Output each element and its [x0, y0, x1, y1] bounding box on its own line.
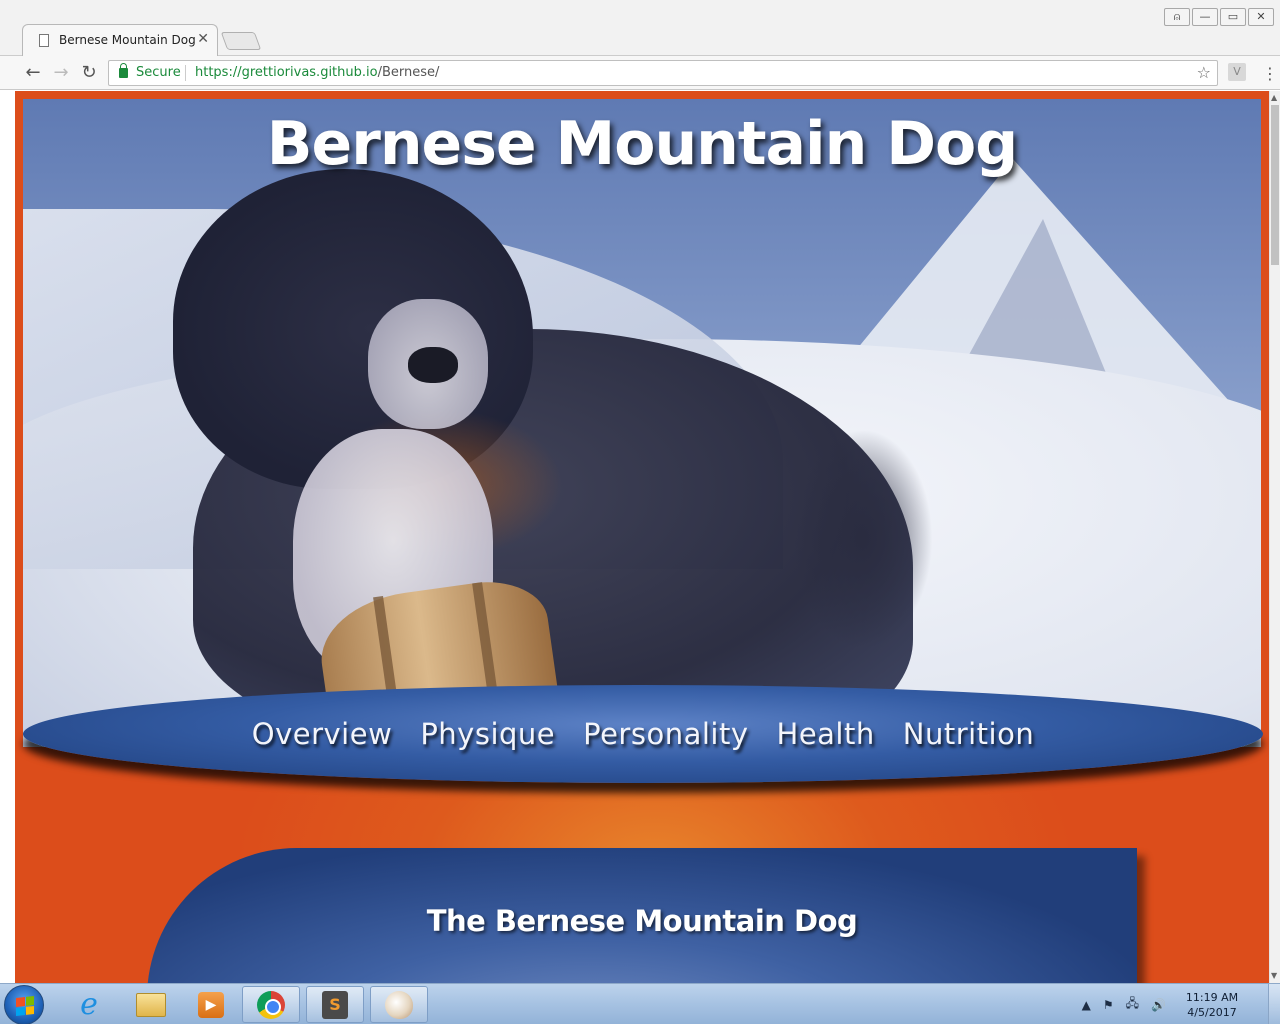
nav-link-nutrition[interactable]: Nutrition [903, 717, 1034, 751]
media-player-icon: ▶ [198, 991, 224, 1018]
sublime-text-icon: S [322, 990, 348, 1019]
nav-link-personality[interactable]: Personality [583, 717, 748, 751]
scroll-up-arrow-icon[interactable]: ▲ [1271, 93, 1277, 102]
extension-icon[interactable]: V [1228, 63, 1246, 81]
taskbar-internet-explorer[interactable]: e [60, 986, 118, 1023]
page-viewport: Bernese Mountain Dog Overview Physique P… [15, 91, 1269, 983]
taskbar-media-player[interactable]: ▶ [182, 986, 240, 1023]
nav-link-health[interactable]: Health [777, 717, 875, 751]
chrome-menu-icon[interactable]: ⋮ [1262, 64, 1278, 83]
bookmark-star-icon[interactable]: ☆ [1197, 63, 1211, 82]
start-button[interactable] [4, 985, 44, 1024]
window-controls: ⍝ — ▭ ✕ [1162, 8, 1274, 28]
browser-toolbar: ← → ↻ Secure https://grettiorivas.github… [0, 56, 1280, 90]
internet-explorer-icon: e [80, 987, 98, 1022]
profile-icon[interactable]: ⍝ [1164, 8, 1190, 26]
clock-date: 4/5/2017 [1187, 1005, 1237, 1019]
address-bar[interactable]: Secure https://grettiorivas.github.io/Be… [108, 60, 1218, 86]
folder-icon [136, 992, 166, 1017]
taskbar-file-explorer[interactable] [122, 986, 180, 1023]
page-scrollbar[interactable]: ▲ ▼ [1269, 91, 1280, 983]
tab-title: Bernese Mountain Dog [59, 33, 196, 47]
dog-tail-image [793, 429, 933, 649]
action-center-flag-icon[interactable]: ⚑ [1103, 998, 1114, 1012]
reload-icon[interactable]: ↻ [78, 62, 100, 84]
content-card: The Bernese Mountain Dog [147, 848, 1137, 983]
omnibox-divider [185, 65, 186, 81]
section-heading: The Bernese Mountain Dog [426, 904, 858, 938]
close-window-button[interactable]: ✕ [1248, 8, 1274, 26]
scroll-down-arrow-icon[interactable]: ▼ [1271, 971, 1277, 980]
main-navigation: Overview Physique Personality Health Nut… [23, 685, 1263, 783]
taskbar-paint[interactable] [370, 986, 428, 1023]
back-icon[interactable]: ← [22, 62, 44, 84]
show-hidden-icons-icon[interactable]: ▲ [1082, 998, 1091, 1012]
chrome-icon [257, 990, 285, 1019]
page-icon [39, 34, 49, 47]
browser-tab[interactable]: Bernese Mountain Dog ✕ [22, 24, 218, 56]
lock-icon [119, 63, 128, 78]
paint-palette-icon [385, 990, 413, 1019]
system-clock[interactable]: 11:19 AM 4/5/2017 [1172, 990, 1252, 1020]
new-tab-button[interactable] [220, 32, 262, 50]
dog-nose-image [408, 347, 458, 383]
network-icon[interactable]: 🖧 [1126, 994, 1139, 1015]
volume-icon[interactable]: 🔊 [1151, 998, 1166, 1012]
taskbar-google-chrome[interactable] [242, 986, 300, 1023]
nav-link-physique[interactable]: Physique [420, 717, 555, 751]
url-host: https://grettiorivas.github.io [195, 65, 378, 80]
windows-logo-icon [16, 996, 34, 1016]
system-tray: ▲ ⚑ 🖧 🔊 11:19 AM 4/5/2017 [1076, 984, 1280, 1024]
windows-taskbar: e ▶ S ▲ ⚑ 🖧 🔊 11:19 AM 4/5/2017 [0, 983, 1280, 1024]
minimize-button[interactable]: — [1192, 8, 1218, 26]
maximize-button[interactable]: ▭ [1220, 8, 1246, 26]
nav-link-overview[interactable]: Overview [252, 717, 393, 751]
show-desktop-button[interactable] [1268, 984, 1280, 1024]
forward-icon[interactable]: → [50, 62, 72, 84]
viewport-left-edge [0, 91, 15, 983]
taskbar-sublime-text[interactable]: S [306, 986, 364, 1023]
clock-time: 11:19 AM [1185, 990, 1239, 1004]
browser-tabstrip: Bernese Mountain Dog ✕ ⍝ — ▭ ✕ [0, 0, 1280, 56]
scrollbar-thumb[interactable] [1271, 105, 1279, 265]
hero-banner: Bernese Mountain Dog [23, 99, 1261, 747]
url-text[interactable]: https://grettiorivas.github.io/Bernese/ [195, 65, 439, 80]
url-path: /Bernese/ [377, 65, 440, 80]
secure-label[interactable]: Secure [136, 65, 181, 80]
close-tab-icon[interactable]: ✕ [197, 31, 209, 47]
page-title: Bernese Mountain Dog [266, 109, 1018, 179]
